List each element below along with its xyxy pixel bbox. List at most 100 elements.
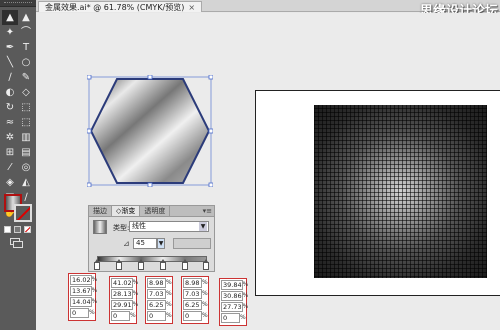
cmyk-value-field[interactable]: 0 bbox=[111, 311, 130, 321]
cmyk-row: 0% bbox=[147, 311, 172, 322]
percent-label: % bbox=[242, 303, 249, 310]
symbol-sprayer-tool-icon[interactable]: ✲ bbox=[2, 130, 18, 145]
cmyk-value-box: 41.02% 28.13% 29.91% 0% bbox=[109, 276, 139, 324]
cmyk-value-field[interactable]: 7.03 bbox=[147, 289, 166, 299]
document-canvas[interactable] bbox=[36, 13, 500, 330]
lasso-tool-icon[interactable]: ⌒ bbox=[18, 25, 34, 40]
cmyk-row: 41.02% bbox=[111, 278, 139, 289]
gradient-stop[interactable] bbox=[94, 259, 100, 270]
cmyk-value-field[interactable]: 14.04 bbox=[70, 297, 92, 307]
none-mode-icon[interactable] bbox=[24, 226, 31, 233]
aspect-ratio-input[interactable] bbox=[173, 238, 211, 249]
tab-stroke[interactable]: 描边 bbox=[89, 206, 112, 216]
percent-label: % bbox=[89, 309, 95, 316]
blend-tool-icon[interactable]: ◎ bbox=[18, 160, 34, 175]
tab-transparency[interactable]: 透明度 bbox=[140, 206, 171, 216]
cmyk-value-field[interactable]: 28.13 bbox=[111, 289, 133, 299]
paintbrush-tool-icon[interactable]: ∕ bbox=[2, 70, 18, 85]
panel-tabs: 描边 ◇渐变 透明度 bbox=[89, 206, 214, 217]
column-graph-tool-icon[interactable]: ▥ bbox=[18, 130, 34, 145]
document-tab[interactable]: 金属效果.ai* @ 61.78% (CMYK/预览) × bbox=[38, 1, 203, 12]
gradient-mode-icon[interactable] bbox=[14, 226, 21, 233]
cmyk-row: 28.13% bbox=[111, 289, 138, 300]
cmyk-value-field[interactable]: 0 bbox=[70, 308, 89, 318]
scale-tool-icon[interactable]: ⬚ bbox=[18, 100, 34, 115]
pen-tool-icon[interactable]: ✒ bbox=[2, 40, 18, 55]
cmyk-value-field[interactable]: 41.02 bbox=[111, 278, 133, 288]
gradient-type-select[interactable]: 线性 ▼ bbox=[129, 221, 209, 232]
cmyk-value-box: 39.84% 30.86% 27.73% 0% bbox=[219, 278, 249, 326]
percent-label: % bbox=[202, 312, 208, 319]
pencil-tool-icon[interactable]: ✎ bbox=[18, 70, 34, 85]
chevron-down-icon[interactable]: ▼ bbox=[199, 222, 207, 231]
screen-mode-icon[interactable] bbox=[10, 238, 24, 248]
gradient-stop[interactable] bbox=[160, 259, 166, 270]
cmyk-row: 6.25% bbox=[147, 300, 172, 311]
cmyk-row: 39.84% bbox=[221, 280, 249, 291]
gradient-tool-icon[interactable]: ▤ bbox=[18, 145, 34, 160]
gradient-stop[interactable] bbox=[116, 259, 122, 270]
cmyk-value-field[interactable]: 30.86 bbox=[221, 291, 243, 301]
cmyk-row: 16.02% bbox=[70, 275, 98, 286]
live-paint-selection-icon[interactable]: ◭ bbox=[18, 175, 34, 190]
cmyk-row: 14.04% bbox=[70, 297, 97, 308]
type-tool-icon[interactable]: T bbox=[18, 40, 34, 55]
gradient-type-value: 线性 bbox=[132, 222, 146, 230]
color-mode-row bbox=[4, 226, 31, 233]
radial-grid-square-object[interactable] bbox=[314, 105, 487, 278]
cmyk-value-field[interactable]: 6.25 bbox=[147, 300, 166, 310]
cmyk-value-field[interactable]: 0 bbox=[183, 311, 202, 321]
close-tab-icon[interactable]: × bbox=[188, 3, 195, 12]
cmyk-row: 6.25% bbox=[183, 300, 208, 311]
gradient-stop[interactable] bbox=[138, 259, 144, 270]
gradient-stop[interactable] bbox=[182, 259, 188, 270]
eraser-tool-icon[interactable]: ◇ bbox=[18, 85, 34, 100]
panel-menu-icon[interactable]: ▾≡ bbox=[203, 207, 212, 215]
magic-wand-tool-icon[interactable]: ✦ bbox=[2, 25, 18, 40]
cmyk-value-box: 16.02% 13.67% 14.04% 0% bbox=[68, 273, 98, 321]
cmyk-value-field[interactable]: 8.98 bbox=[147, 278, 166, 288]
free-transform-tool-icon[interactable]: ⬚ bbox=[18, 115, 34, 130]
cmyk-row: 30.86% bbox=[221, 291, 248, 302]
cmyk-value-field[interactable]: 16.02 bbox=[70, 275, 92, 285]
cmyk-value-field[interactable]: 0 bbox=[147, 311, 166, 321]
cmyk-value-field[interactable]: 0 bbox=[221, 313, 240, 323]
cmyk-value-field[interactable]: 13.67 bbox=[70, 286, 92, 296]
direct-selection-tool-icon[interactable]: ▲ bbox=[18, 10, 34, 25]
cmyk-value-field[interactable]: 29.91 bbox=[111, 300, 133, 310]
cmyk-value-field[interactable]: 8.98 bbox=[183, 278, 202, 288]
stroke-swatch[interactable] bbox=[14, 204, 32, 222]
mesh-tool-icon[interactable]: ⊞ bbox=[2, 145, 18, 160]
eyedropper-tool-icon[interactable]: ⁄ bbox=[2, 160, 18, 175]
line-tool-icon[interactable]: ╲ bbox=[2, 55, 18, 70]
live-paint-bucket-icon[interactable]: ◈ bbox=[2, 175, 18, 190]
angle-input[interactable]: 45 bbox=[133, 238, 157, 249]
selection-tool-icon[interactable]: ▲ bbox=[2, 10, 18, 25]
percent-label: % bbox=[132, 279, 139, 286]
cmyk-value-field[interactable]: 27.73 bbox=[221, 302, 243, 312]
tools-panel-grip[interactable] bbox=[0, 0, 36, 7]
cmyk-value-field[interactable]: 6.25 bbox=[183, 300, 202, 310]
percent-label: % bbox=[91, 276, 98, 283]
gradient-preview-swatch[interactable] bbox=[93, 220, 107, 234]
gradient-stop[interactable] bbox=[203, 259, 209, 270]
tab-gradient[interactable]: ◇渐变 bbox=[112, 206, 141, 216]
ellipse-tool-icon[interactable]: ○ bbox=[18, 55, 34, 70]
cmyk-row: 27.73% bbox=[221, 302, 249, 313]
percent-label: % bbox=[202, 290, 208, 297]
gradient-ramp[interactable] bbox=[97, 256, 207, 262]
blob-brush-tool-icon[interactable]: ◐ bbox=[2, 85, 18, 100]
angle-dropdown-icon[interactable]: ▼ bbox=[157, 238, 165, 249]
percent-label: % bbox=[242, 281, 249, 288]
rotate-tool-icon[interactable]: ↻ bbox=[2, 100, 18, 115]
percent-label: % bbox=[240, 314, 246, 321]
cmyk-value-field[interactable]: 39.84 bbox=[221, 280, 243, 290]
document-tab-bar: 金属效果.ai* @ 61.78% (CMYK/预览) × 思缘设计论坛 bbox=[36, 0, 500, 19]
cmyk-row: 7.03% bbox=[183, 289, 208, 300]
cmyk-value-field[interactable]: 7.03 bbox=[183, 289, 202, 299]
cmyk-row: 0% bbox=[221, 313, 246, 324]
metal-hexagon-object[interactable] bbox=[86, 74, 214, 188]
color-mode-icon[interactable] bbox=[4, 226, 11, 233]
angle-icon: ⊿ bbox=[123, 239, 130, 248]
warp-tool-icon[interactable]: ≈ bbox=[2, 115, 18, 130]
